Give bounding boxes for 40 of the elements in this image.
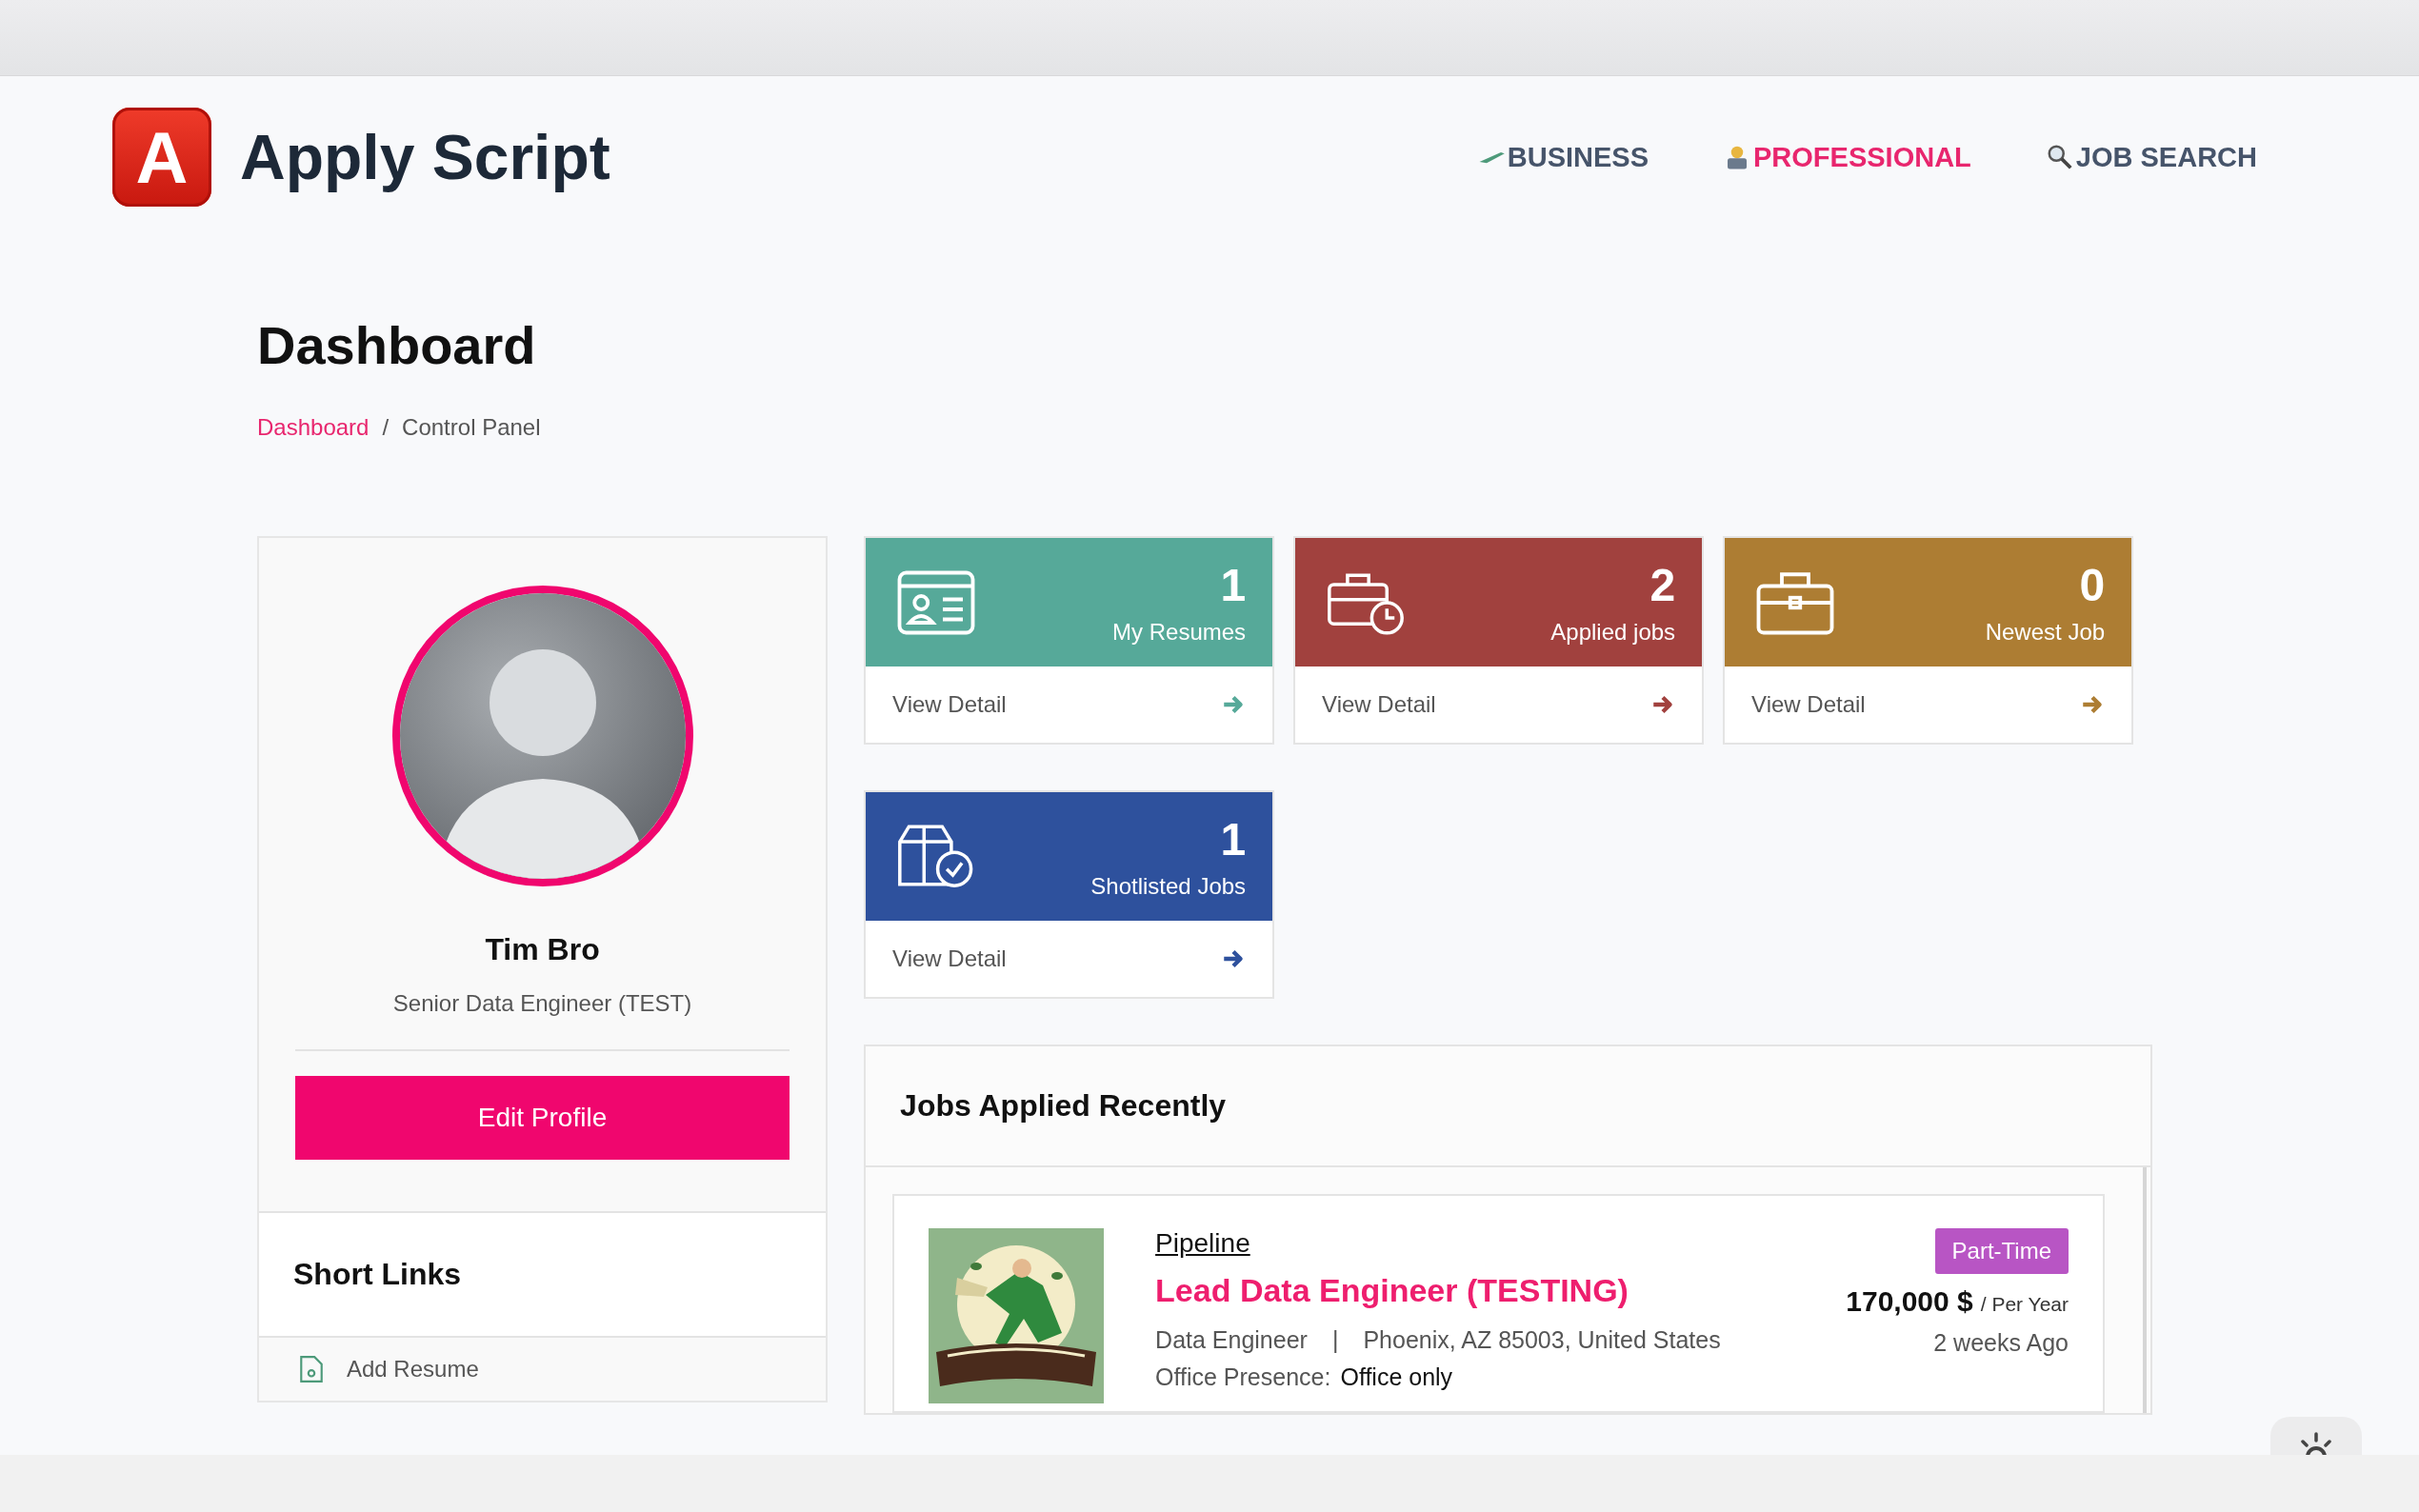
nav-link[interactable]: PROFESSIONAL bbox=[1723, 141, 1971, 173]
stat-label: My Resumes bbox=[1112, 619, 1247, 646]
view-detail-link[interactable]: View Detail bbox=[1751, 691, 1866, 718]
nav-link[interactable]: BUSINESS bbox=[1476, 141, 1649, 173]
presence-value: Office only bbox=[1340, 1363, 1453, 1391]
profile-headline: Senior Data Engineer (TEST) bbox=[392, 990, 692, 1017]
company-link[interactable]: Pipeline bbox=[1155, 1228, 1795, 1259]
job-type-badge: Part-Time bbox=[1934, 1228, 2069, 1274]
stat-count: 2 bbox=[1649, 559, 1676, 611]
profile-name: Tim Bro bbox=[485, 932, 600, 967]
stat-count: 1 bbox=[1219, 559, 1247, 611]
breadcrumb-separator: / bbox=[382, 414, 390, 441]
stat-label: Applied jobs bbox=[1550, 619, 1676, 646]
posted-time: 2 weeks Ago bbox=[1933, 1329, 2069, 1357]
brand-name: Apply Script bbox=[240, 121, 610, 193]
salary-period: / Per Year bbox=[1980, 1293, 2069, 1316]
job-category: Data Engineer bbox=[1155, 1326, 1308, 1354]
stat-label: Shotlisted Jobs bbox=[1090, 873, 1247, 900]
stat-count: 1 bbox=[1219, 813, 1247, 865]
short-link[interactable]: Add Resume bbox=[259, 1338, 827, 1401]
section-title: Jobs Applied Recently bbox=[900, 1088, 1228, 1124]
breadcrumb-link[interactable]: Dashboard bbox=[257, 414, 370, 441]
view-detail-link[interactable]: View Detail bbox=[892, 691, 1007, 718]
meta-separator: | bbox=[1331, 1326, 1339, 1354]
stat-count: 0 bbox=[2078, 559, 2106, 611]
id-card-icon bbox=[896, 568, 977, 636]
section-title: Short Links bbox=[293, 1257, 462, 1292]
document-icon bbox=[299, 1355, 324, 1383]
breadcrumb-current: Control Panel bbox=[402, 414, 541, 441]
job-location: Phoenix, AZ 85003, United States bbox=[1363, 1326, 1721, 1354]
stat-label: Newest Job bbox=[1985, 619, 2106, 646]
job-title-link[interactable]: Lead Data Engineer (TESTING) bbox=[1155, 1272, 1795, 1309]
view-detail-link[interactable]: View Detail bbox=[892, 945, 1007, 972]
view-detail-link[interactable]: View Detail bbox=[1322, 691, 1436, 718]
page-title: Dashboard bbox=[257, 314, 537, 376]
salary: 170,000 $ bbox=[1846, 1285, 1973, 1318]
app-logo: A bbox=[112, 108, 211, 207]
presence-label: Office Presence: bbox=[1155, 1363, 1331, 1391]
edit-profile-button[interactable]: Edit Profile bbox=[295, 1076, 790, 1160]
nav-link[interactable]: JOB SEARCH bbox=[2045, 141, 2257, 173]
